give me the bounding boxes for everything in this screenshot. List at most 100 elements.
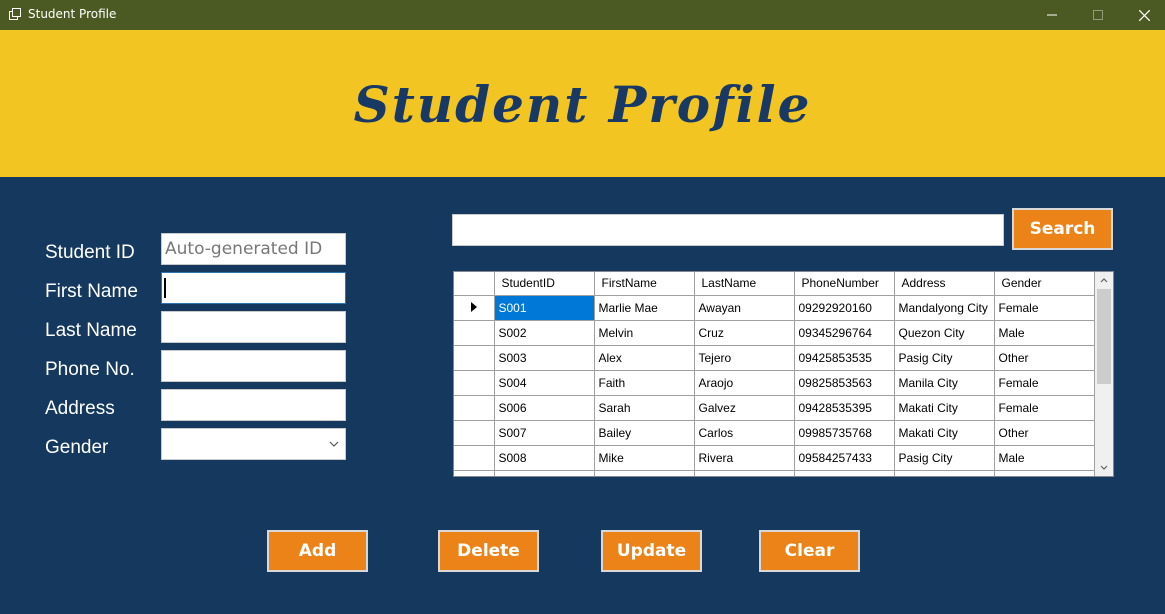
first-name-field[interactable]: [161, 272, 346, 304]
address-field[interactable]: [161, 389, 346, 421]
address-label: Address: [45, 398, 115, 419]
table-cell[interactable]: S002: [494, 320, 595, 346]
column-header-phonenumber[interactable]: PhoneNumber: [794, 272, 895, 296]
last-name-field[interactable]: [161, 311, 346, 343]
table-cell[interactable]: Makati City: [894, 395, 995, 421]
table-cell[interactable]: Quezon City: [894, 320, 995, 346]
header-banner: Student Profile: [0, 30, 1165, 177]
row-header[interactable]: [454, 370, 495, 396]
student-table: StudentID FirstName LastName PhoneNumber…: [454, 272, 1095, 476]
table-cell[interactable]: Mandalyong City: [894, 295, 995, 321]
table-cell[interactable]: Araojo: [694, 370, 795, 396]
table-cell[interactable]: 09825853563: [794, 370, 895, 396]
table-cell[interactable]: [494, 470, 595, 476]
table-cell[interactable]: 09345296764: [794, 320, 895, 346]
table-cell[interactable]: Marlie Mae: [594, 295, 695, 321]
table-cell[interactable]: Manila City: [894, 370, 995, 396]
student-id-field[interactable]: [161, 233, 346, 265]
table-cell[interactable]: 09985735768: [794, 420, 895, 446]
text-caret: [164, 278, 166, 298]
table-cell[interactable]: Mike: [594, 445, 695, 471]
table-cell[interactable]: S003: [494, 345, 595, 371]
table-cell[interactable]: Pasig City: [894, 345, 995, 371]
table-row[interactable]: S004 Faith Araojo 09825853563 Manila Cit…: [454, 370, 1095, 396]
table-cell[interactable]: 09292920160: [794, 295, 895, 321]
row-header[interactable]: [454, 345, 495, 371]
table-cell[interactable]: S001: [494, 295, 595, 321]
clear-button[interactable]: Clear: [759, 530, 860, 572]
phone-field[interactable]: [161, 350, 346, 382]
table-cell[interactable]: [594, 470, 695, 476]
table-cell[interactable]: [994, 470, 1095, 476]
column-header-studentid[interactable]: StudentID: [494, 272, 595, 296]
minimize-button[interactable]: [1029, 0, 1075, 30]
add-button[interactable]: Add: [267, 530, 368, 572]
row-header[interactable]: [454, 420, 495, 446]
table-row[interactable]: S006 Sarah Galvez 09428535395 Makati Cit…: [454, 395, 1095, 421]
table-cell[interactable]: 09425853535: [794, 345, 895, 371]
table-cell[interactable]: Faith: [594, 370, 695, 396]
row-header[interactable]: [454, 295, 495, 321]
scroll-down-button[interactable]: [1095, 459, 1113, 476]
table-cell[interactable]: [894, 470, 995, 476]
table-cell[interactable]: Male: [994, 445, 1095, 471]
search-button[interactable]: Search: [1012, 208, 1113, 250]
row-header[interactable]: [454, 395, 495, 421]
row-header-corner: [454, 272, 495, 296]
maximize-button[interactable]: [1075, 0, 1121, 30]
table-cell[interactable]: Cruz: [694, 320, 795, 346]
table-cell[interactable]: Awayan: [694, 295, 795, 321]
phone-label: Phone No.: [45, 359, 135, 380]
page-title: Student Profile: [353, 75, 812, 134]
current-row-arrow-icon: [470, 301, 477, 312]
table-row[interactable]: S008 Mike Rivera 09584257433 Pasig City …: [454, 445, 1095, 471]
column-header-lastname[interactable]: LastName: [694, 272, 795, 296]
table-row[interactable]: S007 Bailey Carlos 09985735768 Makati Ci…: [454, 420, 1095, 446]
table-cell[interactable]: Rivera: [694, 445, 795, 471]
table-cell[interactable]: Bailey: [594, 420, 695, 446]
update-button[interactable]: Update: [601, 530, 702, 572]
table-cell[interactable]: 09584257433: [794, 445, 895, 471]
search-input[interactable]: [452, 214, 1004, 246]
student-grid[interactable]: StudentID FirstName LastName PhoneNumber…: [453, 271, 1114, 477]
table-cell[interactable]: Alex: [594, 345, 695, 371]
table-cell[interactable]: S007: [494, 420, 595, 446]
table-cell[interactable]: [694, 470, 795, 476]
table-cell[interactable]: Female: [994, 395, 1095, 421]
vertical-scrollbar[interactable]: [1095, 272, 1113, 476]
table-cell[interactable]: Pasig City: [894, 445, 995, 471]
column-header-address[interactable]: Address: [894, 272, 995, 296]
close-button[interactable]: [1121, 0, 1165, 30]
row-header[interactable]: [454, 445, 495, 471]
table-row[interactable]: S001 Marlie Mae Awayan 09292920160 Manda…: [454, 295, 1095, 321]
table-cell[interactable]: Galvez: [694, 395, 795, 421]
table-cell[interactable]: S008: [494, 445, 595, 471]
table-row[interactable]: [454, 470, 1095, 476]
table-cell[interactable]: Carlos: [694, 420, 795, 446]
table-cell[interactable]: Male: [994, 320, 1095, 346]
row-header[interactable]: [454, 470, 495, 476]
table-cell[interactable]: [794, 470, 895, 476]
table-cell[interactable]: Other: [994, 345, 1095, 371]
table-cell[interactable]: Sarah: [594, 395, 695, 421]
row-header[interactable]: [454, 320, 495, 346]
minimize-icon: [1047, 14, 1057, 16]
gender-select[interactable]: [161, 428, 346, 460]
column-header-gender[interactable]: Gender: [994, 272, 1095, 296]
table-cell[interactable]: Other: [994, 420, 1095, 446]
table-cell[interactable]: 09428535395: [794, 395, 895, 421]
table-cell[interactable]: Tejero: [694, 345, 795, 371]
table-cell[interactable]: S004: [494, 370, 595, 396]
table-cell[interactable]: Melvin: [594, 320, 695, 346]
table-cell[interactable]: S006: [494, 395, 595, 421]
scroll-up-button[interactable]: [1095, 272, 1113, 289]
column-header-firstname[interactable]: FirstName: [594, 272, 695, 296]
table-row[interactable]: S002 Melvin Cruz 09345296764 Quezon City…: [454, 320, 1095, 346]
table-cell[interactable]: Female: [994, 370, 1095, 396]
chevron-up-icon: [1100, 278, 1108, 283]
table-row[interactable]: S003 Alex Tejero 09425853535 Pasig City …: [454, 345, 1095, 371]
table-cell[interactable]: Female: [994, 295, 1095, 321]
delete-button[interactable]: Delete: [438, 530, 539, 572]
scroll-thumb[interactable]: [1097, 289, 1111, 384]
table-cell[interactable]: Makati City: [894, 420, 995, 446]
